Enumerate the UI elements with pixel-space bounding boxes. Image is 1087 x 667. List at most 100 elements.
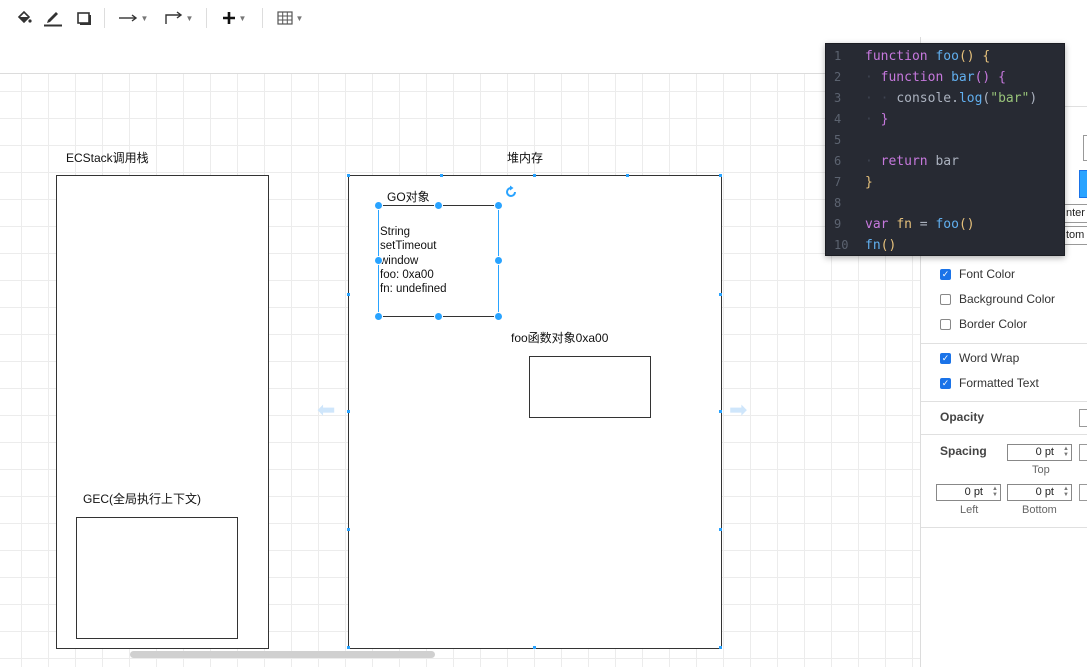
connect-arrow-right-icon[interactable]: ➡ — [729, 397, 747, 423]
go-line: String — [380, 226, 411, 238]
selection-tick[interactable] — [719, 410, 722, 413]
resize-handle[interactable] — [494, 312, 503, 321]
resize-handle[interactable] — [494, 256, 503, 265]
stepper-icon[interactable]: ▲ ▼ — [992, 486, 998, 498]
line-number: 9 — [834, 217, 842, 231]
selection-tick[interactable] — [719, 174, 722, 177]
line-number: 3 — [834, 91, 842, 105]
chevron-down-icon: ▼ — [295, 13, 304, 23]
selection-tick[interactable] — [719, 646, 722, 649]
shadow-button[interactable] — [74, 8, 94, 28]
code-text: fn() — [865, 238, 897, 253]
selection-tick[interactable] — [719, 528, 722, 531]
code-text: function foo() { — [865, 49, 991, 64]
toolbar-divider — [262, 8, 263, 28]
border-color-label: Border Color — [959, 317, 1028, 331]
font-color-option[interactable]: ✓ Font Color — [940, 267, 1015, 281]
opacity-field[interactable] — [1079, 409, 1087, 427]
font-color-checkbox[interactable]: ✓ — [940, 268, 951, 280]
spacing-left-input[interactable]: 0 pt ▲ ▼ — [936, 484, 1001, 501]
gec-title[interactable]: GEC(全局执行上下文) — [83, 490, 201, 507]
spacing-bottom-input[interactable]: 0 pt ▲ ▼ — [1007, 484, 1072, 501]
border-color-option[interactable]: Border Color — [940, 317, 1027, 331]
word-wrap-checkbox[interactable]: ✓ — [940, 352, 951, 364]
connect-arrow-left-icon[interactable]: ⬅ — [317, 397, 335, 423]
selection-tick[interactable] — [626, 174, 629, 177]
paint-bucket-icon — [17, 10, 32, 24]
panel-divider — [921, 401, 1087, 402]
formatted-text-option[interactable]: ✓ Formatted Text — [940, 376, 1039, 390]
align-select[interactable]: nter — [1062, 204, 1087, 223]
code-editor[interactable]: 1 function foo() { 2 · function bar() { 3 ·… — [825, 43, 1065, 256]
background-color-checkbox[interactable] — [940, 293, 951, 305]
panel-divider — [921, 343, 1087, 344]
code-text: · function bar() { — [865, 70, 1006, 85]
panel-partial-button[interactable] — [1083, 135, 1087, 161]
formatted-text-checkbox[interactable]: ✓ — [940, 377, 951, 389]
opacity-label: Opacity — [940, 410, 985, 424]
border-color-checkbox[interactable] — [940, 318, 951, 330]
resize-handle[interactable] — [494, 201, 503, 210]
insert-button[interactable]: ▼ — [216, 8, 252, 28]
selection-tick[interactable] — [347, 174, 350, 177]
selection-tick[interactable] — [347, 410, 350, 413]
table-grid-icon — [276, 11, 293, 25]
arrow-right-icon — [118, 14, 137, 22]
spacing-top-value: 0 pt — [1035, 446, 1054, 458]
selection-tick[interactable] — [533, 646, 536, 649]
resize-handle[interactable] — [374, 201, 383, 210]
selection-tick[interactable] — [719, 293, 722, 296]
go-contents[interactable]: String setTimeout window foo: 0xa00 fn: … — [380, 225, 447, 296]
toolbar-divider — [206, 8, 207, 28]
line-number: 4 — [834, 112, 842, 126]
resize-handle[interactable] — [374, 256, 383, 265]
chevron-down-icon: ▼ — [185, 13, 194, 23]
selection-tick[interactable] — [440, 174, 443, 177]
selection-tick[interactable] — [347, 646, 350, 649]
heap-title[interactable]: 堆内存 — [507, 149, 543, 166]
selection-tick[interactable] — [347, 528, 350, 531]
stepper-icon[interactable]: ▲ ▼ — [1063, 486, 1069, 498]
connection-style-button[interactable]: ▼ — [116, 8, 150, 28]
line-number: 5 — [834, 133, 842, 147]
code-text: var fn = foo() — [865, 217, 975, 232]
resize-handle[interactable] — [374, 312, 383, 321]
plus-icon — [222, 12, 235, 24]
panel-divider — [921, 434, 1087, 435]
line-color-button[interactable] — [42, 8, 64, 28]
resize-handle[interactable] — [434, 312, 443, 321]
code-text: · · console.log("bar") — [865, 91, 1038, 106]
toolbar-divider — [104, 8, 105, 28]
rotate-icon[interactable] — [504, 185, 518, 199]
fill-color-button[interactable] — [14, 8, 34, 28]
go-line: window — [380, 254, 419, 267]
code-text: · } — [865, 112, 889, 127]
gec-box[interactable] — [76, 517, 238, 639]
foo-object-box[interactable] — [529, 356, 651, 418]
resize-handle[interactable] — [434, 201, 443, 210]
background-color-label: Background Color — [959, 292, 1056, 306]
waypoints-button[interactable]: ▼ — [160, 8, 196, 28]
ecstack-title[interactable]: ECStack调用栈 — [66, 149, 149, 166]
code-text: · return bar — [865, 154, 959, 169]
go-title[interactable]: GO对象 — [387, 188, 430, 205]
panel-partial-toggle[interactable] — [1079, 170, 1087, 198]
line-number: 1 — [834, 49, 842, 63]
position-select[interactable]: tom — [1062, 226, 1087, 245]
horizontal-scrollbar[interactable] — [130, 651, 435, 658]
stepper-icon[interactable]: ▲ ▼ — [1063, 446, 1069, 458]
spacing-top-input[interactable]: 0 pt ▲ ▼ — [1007, 444, 1072, 461]
page-ruler — [0, 37, 920, 74]
font-color-label: Font Color — [959, 267, 1016, 281]
foo-object-title[interactable]: foo函数对象0xa00 — [511, 329, 608, 346]
line-number: 7 — [834, 175, 842, 189]
spacing-right-field[interactable] — [1079, 484, 1087, 501]
word-wrap-option[interactable]: ✓ Word Wrap — [940, 351, 1019, 365]
spacing-left-caption: Left — [960, 504, 979, 516]
table-button[interactable]: ▼ — [272, 8, 308, 28]
elbow-connector-icon — [164, 11, 182, 24]
selection-tick[interactable] — [533, 174, 536, 177]
spacing-global-field[interactable] — [1079, 444, 1087, 461]
selection-tick[interactable] — [347, 293, 350, 296]
background-color-option[interactable]: Background Color — [940, 292, 1055, 306]
